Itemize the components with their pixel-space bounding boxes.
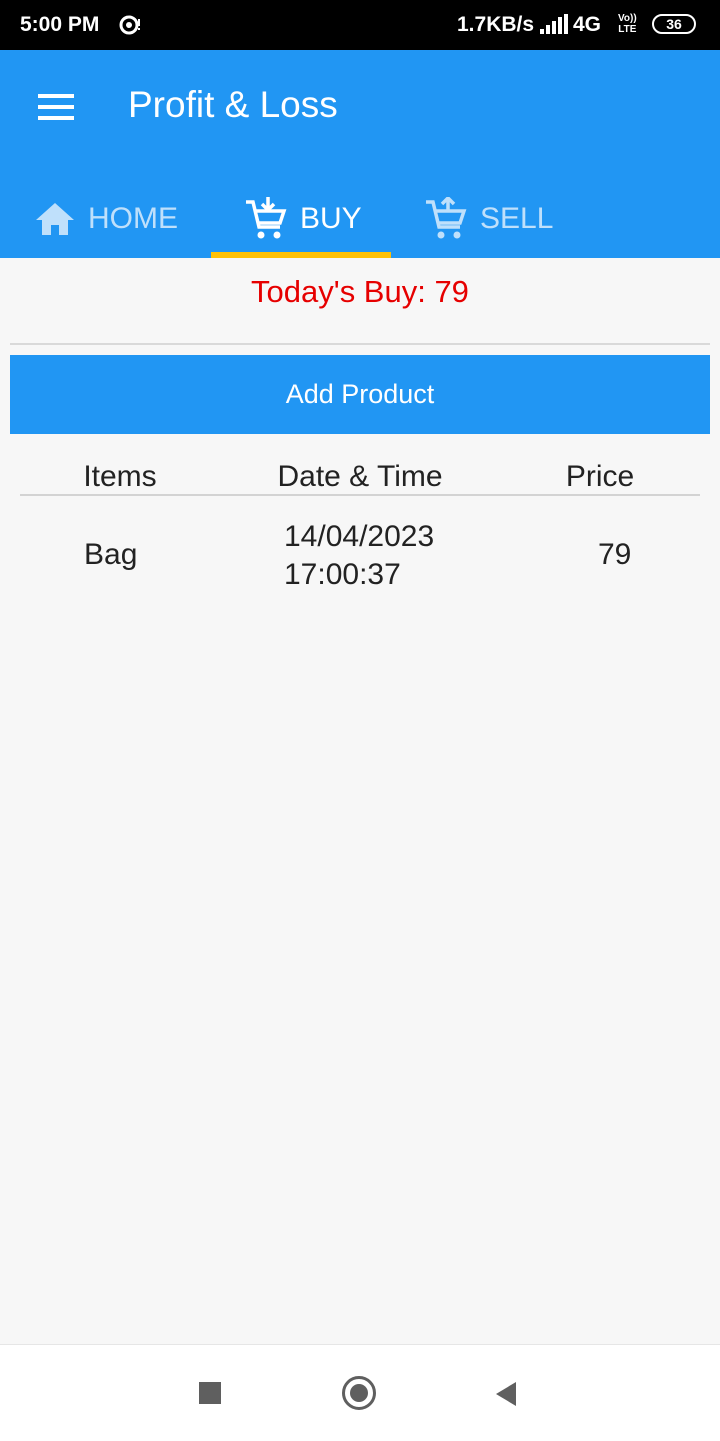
notification-icon bbox=[119, 15, 140, 35]
cart-upload-icon bbox=[426, 197, 467, 239]
status-time: 5:00 PM bbox=[20, 13, 100, 36]
app-bar: Profit & Loss HOME BUY SELL bbox=[0, 50, 720, 258]
tab-buy[interactable]: BUY bbox=[244, 180, 362, 258]
table-header-divider bbox=[20, 494, 700, 496]
column-header-price: Price bbox=[565, 460, 635, 493]
todays-buy-summary: Today's Buy: 79 bbox=[251, 274, 469, 309]
divider bbox=[10, 343, 710, 345]
volte-top: Vo)) bbox=[618, 13, 637, 24]
column-header-items: Items bbox=[83, 460, 157, 493]
row-item: Bag bbox=[84, 538, 138, 571]
tab-sell[interactable]: SELL bbox=[424, 180, 553, 258]
back-button[interactable] bbox=[494, 1381, 518, 1407]
network-type: 4G bbox=[573, 13, 602, 36]
cart-download-icon bbox=[246, 197, 287, 239]
tab-sell-label: SELL bbox=[480, 202, 554, 235]
tab-home[interactable]: HOME bbox=[34, 180, 178, 258]
battery-icon: 36 bbox=[652, 14, 696, 34]
active-tab-indicator bbox=[211, 252, 391, 258]
system-nav-bar bbox=[0, 1344, 720, 1441]
status-bar: 5:00 PM 1.7KB/s 4G Vo)) LTE 36 bbox=[0, 0, 720, 50]
tab-home-label: HOME bbox=[88, 202, 178, 235]
tab-buy-label: BUY bbox=[300, 202, 362, 235]
page-title: Profit & Loss bbox=[128, 84, 338, 125]
column-header-date-time: Date & Time bbox=[277, 460, 443, 493]
volte-bottom: LTE bbox=[618, 24, 637, 35]
add-product-button[interactable]: Add Product bbox=[10, 355, 710, 434]
home-icon bbox=[36, 203, 74, 235]
row-date-time: 14/04/2023 17:00:37 bbox=[284, 520, 435, 591]
row-price: 79 bbox=[598, 538, 632, 571]
home-button[interactable] bbox=[342, 1376, 376, 1410]
recent-apps-button[interactable] bbox=[199, 1382, 221, 1404]
menu-icon[interactable] bbox=[30, 86, 82, 128]
volte-indicator: Vo)) LTE bbox=[618, 13, 637, 35]
network-speed: 1.7KB/s bbox=[457, 13, 535, 36]
signal-icon bbox=[540, 14, 568, 34]
